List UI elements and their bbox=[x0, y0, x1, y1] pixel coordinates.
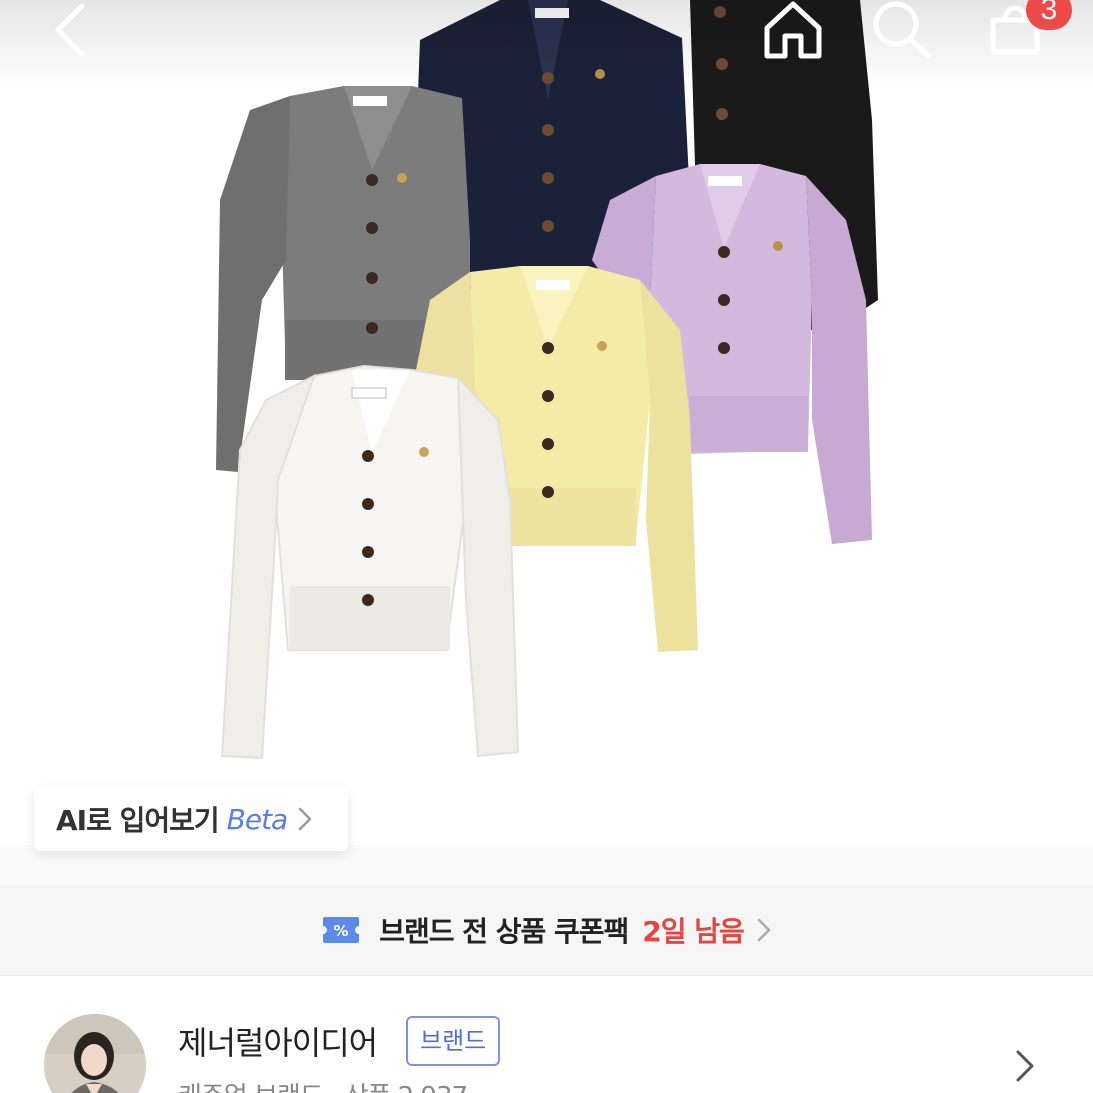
coupon-icon: % bbox=[323, 917, 360, 943]
search-icon bbox=[873, 1, 931, 59]
ai-try-on-button[interactable]: AI로 입어보기 Beta bbox=[34, 787, 348, 851]
beta-label: Beta bbox=[226, 802, 289, 836]
brand-row[interactable]: 제너럴아이디어 브랜드 캐주얼 브랜드 · 상품 2,937 bbox=[0, 975, 1093, 1093]
coupon-banner[interactable]: % 브랜드 전 상품 쿠폰팩 2일 남음 bbox=[0, 885, 1093, 975]
chevron-left-icon bbox=[55, 4, 85, 56]
home-button[interactable] bbox=[753, 0, 833, 60]
brand-name[interactable]: 제너럴아이디어 bbox=[178, 1018, 378, 1064]
brand-badge: 브랜드 bbox=[406, 1016, 501, 1066]
product-image[interactable] bbox=[0, 0, 1093, 885]
cardigan-collage bbox=[0, 0, 1093, 885]
avatar-image bbox=[44, 1014, 146, 1093]
coupon-days-left: 2일 남음 bbox=[642, 915, 745, 948]
chevron-right-icon bbox=[298, 807, 312, 831]
coupon-text: 브랜드 전 상품 쿠폰팩 bbox=[379, 915, 629, 948]
chevron-right-icon[interactable] bbox=[1013, 1048, 1037, 1084]
top-navigation: 3 bbox=[0, 0, 1093, 90]
search-button[interactable] bbox=[862, 0, 942, 60]
brand-avatar[interactable] bbox=[44, 1014, 146, 1093]
svg-text:%: % bbox=[334, 922, 349, 940]
white-cardigan bbox=[220, 364, 520, 760]
ai-try-on-label: AI로 입어보기 bbox=[56, 804, 220, 837]
chevron-right-icon bbox=[757, 918, 771, 942]
back-button[interactable] bbox=[30, 0, 110, 60]
cart-count-badge: 3 bbox=[1026, 0, 1072, 30]
home-icon bbox=[764, 1, 822, 59]
brand-subtitle: 캐주얼 브랜드 · 상품 2,937 bbox=[178, 1076, 468, 1093]
